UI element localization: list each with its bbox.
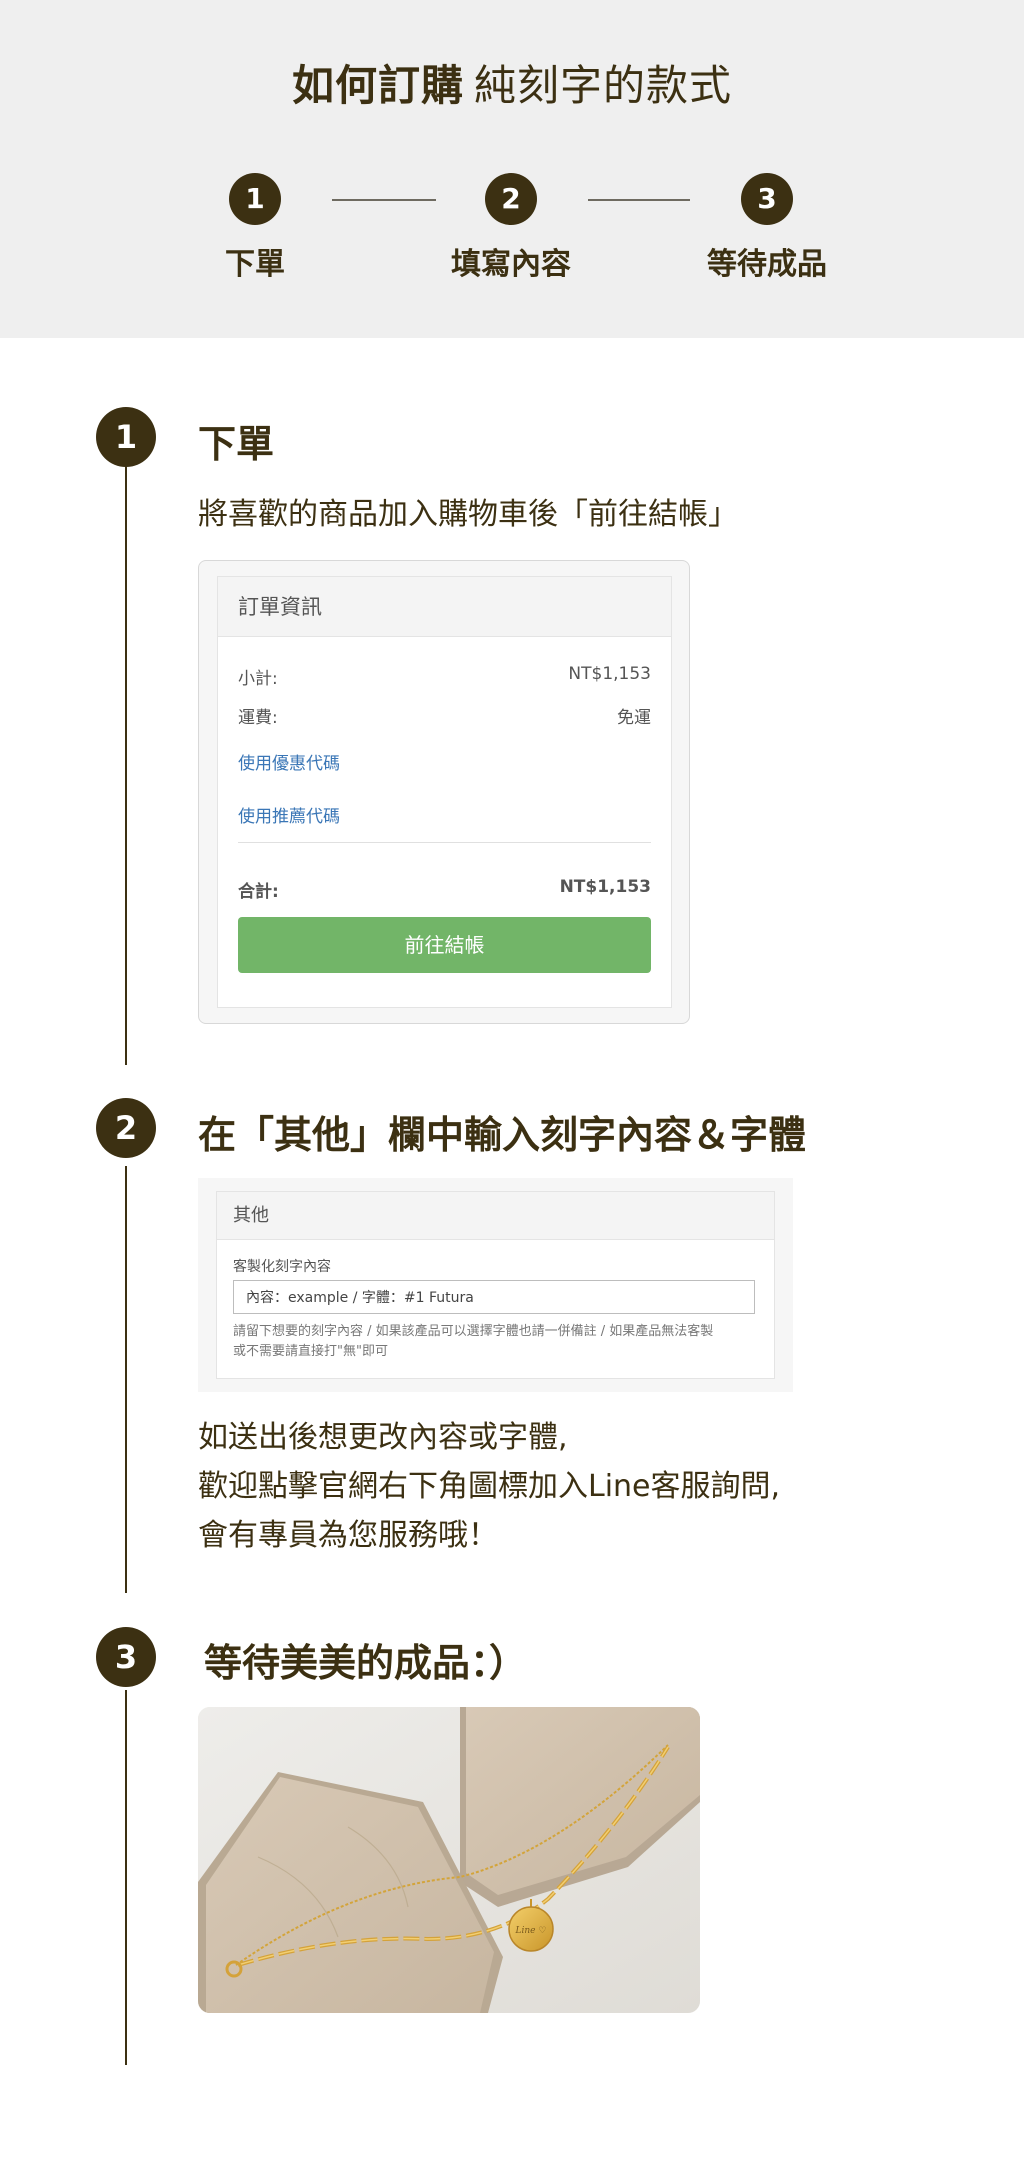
checkout-button[interactable]: 前往結帳: [238, 917, 651, 973]
shipping-label: 運費:: [238, 708, 278, 728]
engraving-field-label: 客製化刻字內容: [233, 1259, 331, 1275]
pendant-engraving: Line ♡: [515, 1926, 547, 1936]
step-2-circle: 2: [485, 173, 537, 225]
engraving-help-line-1: 請留下想要的刻字內容 / 如果該產品可以選擇字體也請一併備註 / 如果產品無法客…: [233, 1324, 714, 1339]
total-row: 合計: NT$1,153: [238, 877, 651, 902]
section-1-title: 下單: [198, 422, 275, 466]
note-line-2: 歡迎點擊官網右下角圖標加入Line客服詢問,: [198, 1469, 781, 1504]
section-1-description: 將喜歡的商品加入購物車後「前往結帳」: [198, 497, 738, 532]
section-1-timeline: [125, 465, 127, 1065]
section-3-title: 等待美美的成品：）: [204, 1641, 528, 1685]
page-title-light: 純刻字的款式: [474, 61, 733, 110]
step-connector-2: [588, 199, 690, 201]
subtotal-label: 小計:: [238, 669, 278, 689]
section-3-number: 3: [96, 1627, 156, 1687]
page-title-strong: 如何訂購: [291, 61, 464, 110]
engraving-help-line-2: 或不需要請直接打"無"即可: [233, 1344, 388, 1359]
step-3-label: 等待成品: [707, 247, 827, 282]
step-connector-1: [332, 199, 436, 201]
bracelet-on-marble-image: Line ♡: [198, 1707, 700, 2013]
step-3-circle: 3: [741, 173, 793, 225]
section-2-title: 在「其他」欄中輸入刻字內容＆字體: [198, 1113, 807, 1157]
use-referral-code-link[interactable]: 使用推薦代碼: [238, 802, 340, 827]
other-info-card: 其他 客製化刻字內容 請留下想要的刻字內容 / 如果該產品可以選擇字體也請一併備…: [198, 1178, 793, 1392]
how-to-order-header: 如何訂購 純刻字的款式 1 2 3 下單 填寫內容 等待成品: [0, 0, 1024, 338]
use-coupon-code-link[interactable]: 使用優惠代碼: [238, 749, 340, 774]
page-title: 如何訂購 純刻字的款式: [0, 52, 1024, 113]
order-summary-card: 訂單資訊 小計: NT$1,153 運費: 免運 使用優惠代碼 使用推薦代碼 合…: [198, 560, 690, 1024]
step-1-circle: 1: [229, 173, 281, 225]
total-value: NT$1,153: [559, 877, 651, 897]
order-summary-heading: 訂單資訊: [218, 577, 671, 637]
step-1-label: 下單: [225, 247, 285, 282]
note-line-3: 會有專員為您服務哦！: [198, 1518, 498, 1553]
note-line-1: 如送出後想更改內容或字體,: [198, 1420, 568, 1455]
subtotal-row: 小計: NT$1,153: [238, 664, 651, 689]
section-3-timeline: [125, 1690, 127, 2065]
engraving-field-help: 請留下想要的刻字內容 / 如果該產品可以選擇字體也請一併備註 / 如果產品無法客…: [233, 1322, 763, 1362]
subtotal-value: NT$1,153: [568, 664, 651, 684]
modification-note: 如送出後想更改內容或字體, 歡迎點擊官網右下角圖標加入Line客服詢問, 會有專…: [198, 1413, 780, 1560]
section-1-number: 1: [96, 407, 156, 467]
product-photo: Line ♡: [198, 1707, 700, 2013]
section-2-number: 2: [96, 1098, 156, 1158]
other-info-panel: 其他 客製化刻字內容 請留下想要的刻字內容 / 如果該產品可以選擇字體也請一併備…: [216, 1191, 775, 1379]
shipping-row: 運費: 免運: [238, 703, 651, 728]
order-summary-panel: 訂單資訊 小計: NT$1,153 運費: 免運 使用優惠代碼 使用推薦代碼 合…: [217, 576, 672, 1008]
step-2-label: 填寫內容: [451, 247, 571, 282]
shipping-value: 免運: [617, 708, 651, 728]
total-label: 合計:: [238, 882, 279, 902]
section-2-timeline: [125, 1166, 127, 1593]
engraving-content-input[interactable]: [233, 1280, 755, 1314]
other-info-heading: 其他: [217, 1192, 774, 1240]
order-divider: [238, 842, 651, 843]
